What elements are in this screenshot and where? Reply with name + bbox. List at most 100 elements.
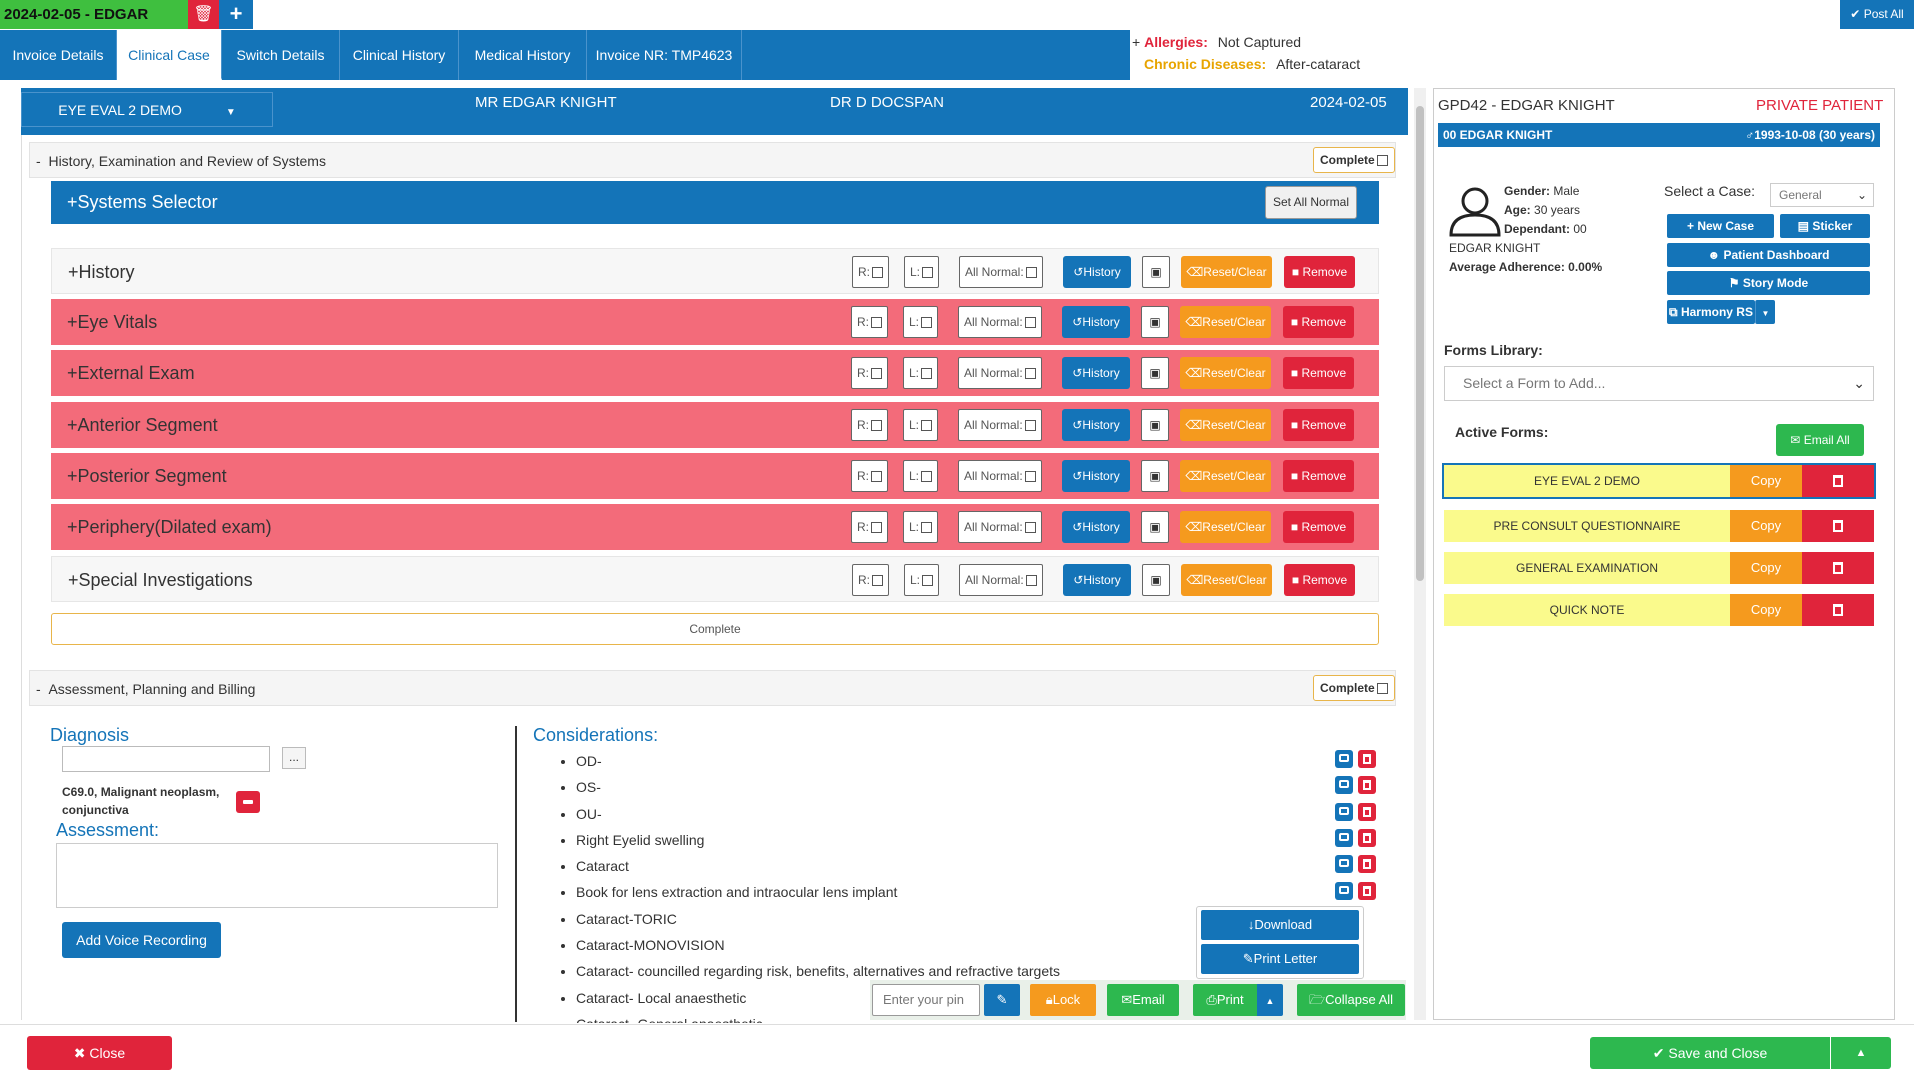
set-all-normal-button[interactable]: Set All Normal bbox=[1264, 186, 1357, 219]
right-eye-check[interactable]: R: bbox=[851, 357, 888, 389]
remove-button[interactable]: ■ Remove bbox=[1283, 460, 1354, 492]
checkbox[interactable] bbox=[871, 317, 882, 329]
right-eye-check[interactable]: R: bbox=[852, 564, 889, 596]
all-normal-check[interactable]: All Normal: bbox=[958, 511, 1042, 543]
trash-icon[interactable] bbox=[1358, 855, 1376, 874]
trash-icon[interactable] bbox=[1358, 750, 1376, 768]
checkbox[interactable] bbox=[921, 471, 933, 483]
system-row[interactable]: +Special Investigations R: L: All Normal: ↺H… bbox=[51, 556, 1379, 602]
checkbox[interactable] bbox=[1024, 522, 1036, 534]
history-button[interactable]: ↺History bbox=[1062, 511, 1130, 543]
delete-form-button[interactable] bbox=[1802, 594, 1874, 626]
left-eye-check[interactable]: L: bbox=[903, 306, 939, 338]
reset-clear-button[interactable]: ⌫Reset/Clear bbox=[1180, 409, 1271, 441]
all-normal-check[interactable]: All Normal: bbox=[958, 306, 1042, 338]
left-eye-check[interactable]: L: bbox=[903, 460, 939, 492]
checkbox[interactable] bbox=[922, 575, 934, 587]
delete-form-button[interactable] bbox=[1802, 510, 1874, 542]
tab-medical-history[interactable]: Medical History bbox=[459, 30, 587, 80]
active-form-name[interactable]: EYE EVAL 2 DEMO bbox=[1444, 465, 1730, 497]
delete-case-button[interactable]: 🗑︎ bbox=[188, 0, 219, 29]
checkbox[interactable] bbox=[921, 317, 933, 329]
copy-form-button[interactable]: Copy bbox=[1730, 510, 1802, 542]
remove-button[interactable]: ■ Remove bbox=[1284, 564, 1355, 596]
tab-switch-details[interactable]: Switch Details bbox=[222, 30, 340, 80]
new-case-button[interactable]: + New Case bbox=[1667, 214, 1774, 238]
copy-form-button[interactable]: Copy bbox=[1730, 552, 1802, 584]
edit-icon[interactable] bbox=[1335, 802, 1353, 821]
form-selector[interactable]: EYE EVAL 2 DEMO ▼ bbox=[21, 92, 273, 127]
add-case-button[interactable]: + bbox=[219, 0, 253, 29]
monitor-button[interactable]: ▣ bbox=[1142, 564, 1170, 596]
left-eye-check[interactable]: L: bbox=[903, 357, 939, 389]
print-dropdown-button[interactable]: ▲ bbox=[1257, 984, 1283, 1016]
system-row[interactable]: +Posterior Segment R: L: All Normal: ↺Histor… bbox=[51, 453, 1379, 499]
tab-invoice-details[interactable]: Invoice Details bbox=[0, 30, 117, 80]
reset-clear-button[interactable]: ⌫Reset/Clear bbox=[1180, 306, 1271, 338]
reset-clear-button[interactable]: ⌫Reset/Clear bbox=[1180, 511, 1271, 543]
history-button[interactable]: ↺History bbox=[1062, 357, 1130, 389]
checkbox[interactable] bbox=[921, 522, 933, 534]
trash-icon[interactable] bbox=[1358, 776, 1376, 795]
right-eye-check[interactable]: R: bbox=[851, 511, 888, 543]
checkbox[interactable] bbox=[1024, 317, 1036, 329]
section-history-exam[interactable]: - History, Examination and Review of Sys… bbox=[29, 142, 1396, 178]
history-button[interactable]: ↺History bbox=[1062, 409, 1130, 441]
right-eye-check[interactable]: R: bbox=[852, 256, 889, 288]
story-mode-button[interactable]: ⚑ Story Mode bbox=[1667, 271, 1870, 295]
checkbox[interactable] bbox=[1376, 155, 1388, 167]
history-button[interactable]: ↺History bbox=[1063, 256, 1131, 288]
copy-form-button[interactable]: Copy bbox=[1730, 465, 1802, 497]
all-normal-check[interactable]: All Normal: bbox=[959, 256, 1043, 288]
history-button[interactable]: ↺History bbox=[1062, 460, 1130, 492]
remove-button[interactable]: ■ Remove bbox=[1283, 409, 1354, 441]
monitor-button[interactable]: ▣ bbox=[1141, 357, 1169, 389]
checkbox[interactable] bbox=[871, 368, 882, 380]
monitor-button[interactable]: ▣ bbox=[1141, 409, 1169, 441]
system-row[interactable]: +History R: L: All Normal: ↺History ▣ ⌫Reset/C… bbox=[51, 248, 1379, 294]
checkbox[interactable] bbox=[872, 575, 883, 587]
checkbox[interactable] bbox=[871, 471, 882, 483]
remove-button[interactable]: ■ Remove bbox=[1284, 256, 1355, 288]
active-form-name[interactable]: QUICK NOTE bbox=[1444, 594, 1730, 626]
case-select[interactable]: General ⌄ bbox=[1770, 183, 1874, 207]
scrollbar[interactable] bbox=[1414, 88, 1426, 1020]
post-all-button[interactable]: ✔ Post All bbox=[1840, 0, 1914, 29]
checkbox[interactable] bbox=[922, 267, 934, 279]
right-eye-check[interactable]: R: bbox=[851, 409, 888, 441]
left-eye-check[interactable]: L: bbox=[904, 256, 940, 288]
delete-form-button[interactable] bbox=[1802, 552, 1874, 584]
edit-icon[interactable] bbox=[1335, 750, 1353, 768]
sign-button[interactable]: ✎ bbox=[984, 984, 1020, 1016]
all-normal-check[interactable]: All Normal: bbox=[959, 564, 1043, 596]
edit-icon[interactable] bbox=[1335, 828, 1353, 847]
checkbox[interactable] bbox=[1025, 267, 1037, 279]
active-form-name[interactable]: GENERAL EXAMINATION bbox=[1444, 552, 1730, 584]
right-scrollbar[interactable] bbox=[1899, 88, 1911, 1020]
edit-icon[interactable] bbox=[1335, 881, 1353, 900]
system-row[interactable]: +Periphery(Dilated exam) R: L: All Normal: ↺… bbox=[51, 504, 1379, 550]
monitor-button[interactable]: ▣ bbox=[1141, 306, 1169, 338]
checkbox[interactable] bbox=[1024, 420, 1036, 432]
monitor-button[interactable]: ▣ bbox=[1141, 460, 1169, 492]
left-eye-check[interactable]: L: bbox=[903, 511, 939, 543]
patient-dashboard-button[interactable]: ☻ Patient Dashboard bbox=[1667, 243, 1870, 267]
section1-complete[interactable]: Complete bbox=[1313, 147, 1395, 173]
active-form-name[interactable]: PRE CONSULT QUESTIONNAIRE bbox=[1444, 510, 1730, 542]
diagnosis-more-button[interactable]: ... bbox=[282, 747, 306, 769]
copy-form-button[interactable]: Copy bbox=[1730, 594, 1802, 626]
remove-diagnosis-button[interactable] bbox=[236, 791, 260, 813]
checkbox[interactable] bbox=[1024, 471, 1036, 483]
systems-complete-button[interactable]: Complete bbox=[51, 613, 1379, 645]
diagnosis-search-input[interactable] bbox=[62, 746, 270, 772]
remove-button[interactable]: ■ Remove bbox=[1283, 357, 1354, 389]
collapse-all-button[interactable]: 🗁︎Collapse All bbox=[1297, 984, 1405, 1016]
lock-button[interactable]: 🔒︎Lock bbox=[1030, 984, 1096, 1016]
trash-icon[interactable] bbox=[1358, 802, 1376, 821]
left-eye-check[interactable]: L: bbox=[904, 564, 940, 596]
edit-icon[interactable] bbox=[1335, 776, 1353, 795]
assessment-textarea[interactable] bbox=[56, 843, 498, 908]
all-normal-check[interactable]: All Normal: bbox=[958, 409, 1042, 441]
checkbox[interactable] bbox=[921, 368, 933, 380]
right-eye-check[interactable]: R: bbox=[851, 306, 888, 338]
